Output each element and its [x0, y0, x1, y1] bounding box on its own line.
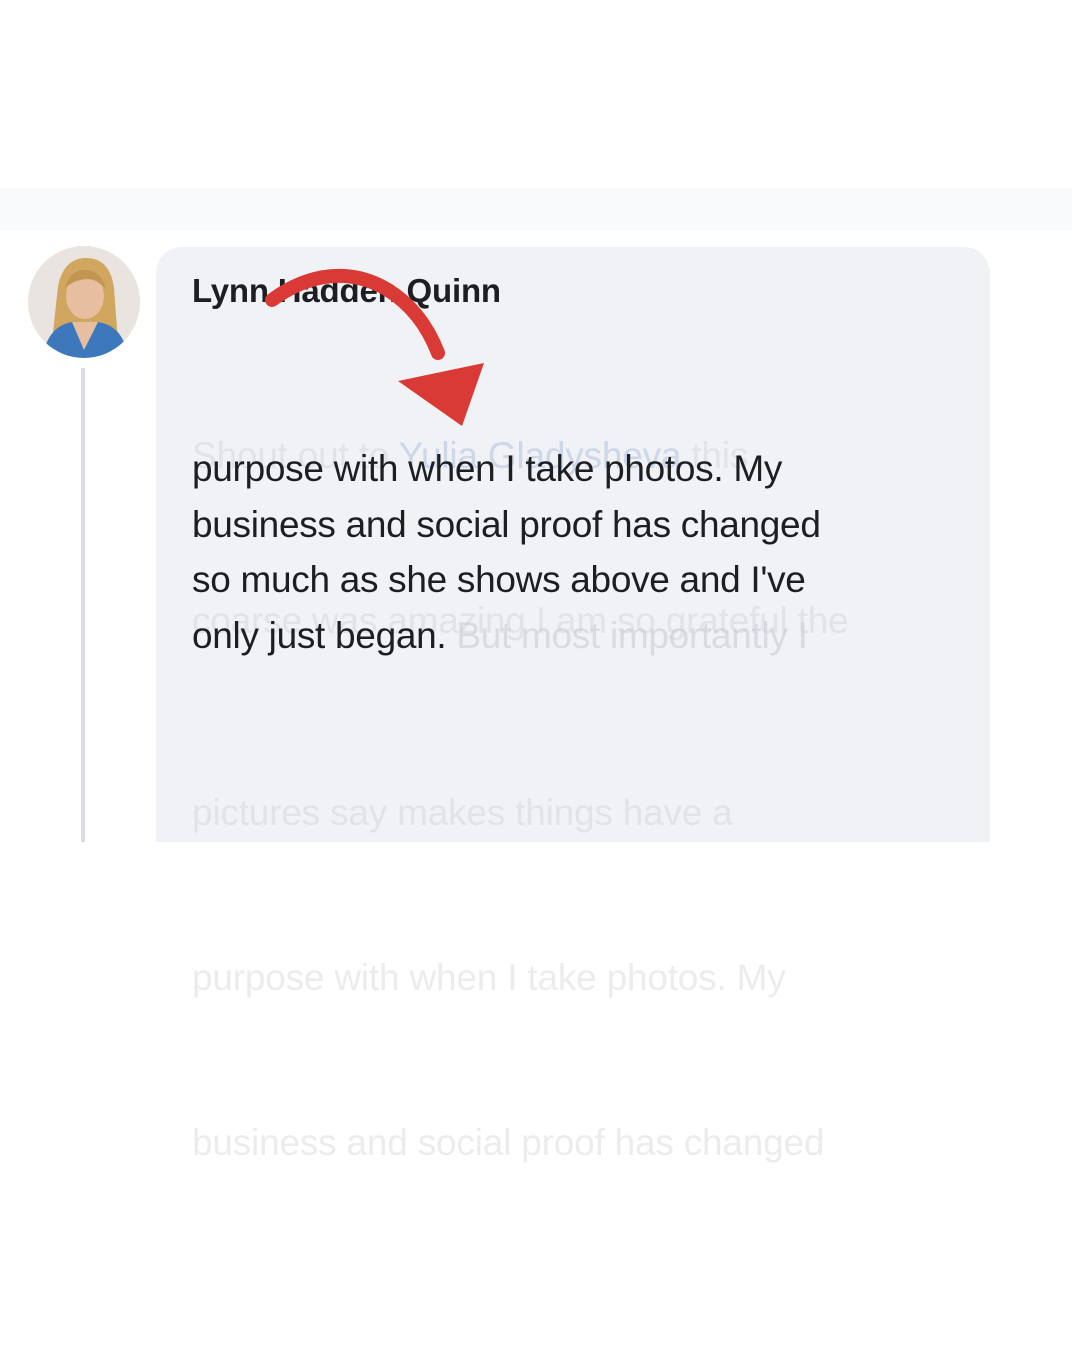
- faded-line: business and social proof has changed: [192, 1122, 825, 1163]
- comment-line: so much as she shows above and I've: [192, 559, 806, 600]
- page-header-strip: [0, 188, 1072, 230]
- thread-line: [81, 368, 85, 842]
- comment-author-name[interactable]: Lynn Hadden Quinn: [192, 272, 501, 310]
- faded-line: purpose with when I take photos. My: [192, 957, 786, 998]
- avatar-image: [28, 246, 140, 358]
- comment-line: purpose with when I take photos. My: [192, 448, 783, 489]
- comment-line-last: only just began. But most importantly I: [192, 608, 821, 664]
- faded-comment-text-bottom: pictures say makes things have a purpose…: [192, 675, 825, 1225]
- comment-line-faded-end: But most importantly I: [446, 614, 808, 656]
- comment-line: business and social proof has changed: [192, 503, 821, 545]
- comment-line-end: only just began.: [192, 614, 447, 656]
- highlighted-comment-text: purpose with when I take photos. My busi…: [192, 441, 821, 663]
- faded-line: pictures say makes things have a: [192, 792, 733, 833]
- avatar[interactable]: [28, 246, 140, 358]
